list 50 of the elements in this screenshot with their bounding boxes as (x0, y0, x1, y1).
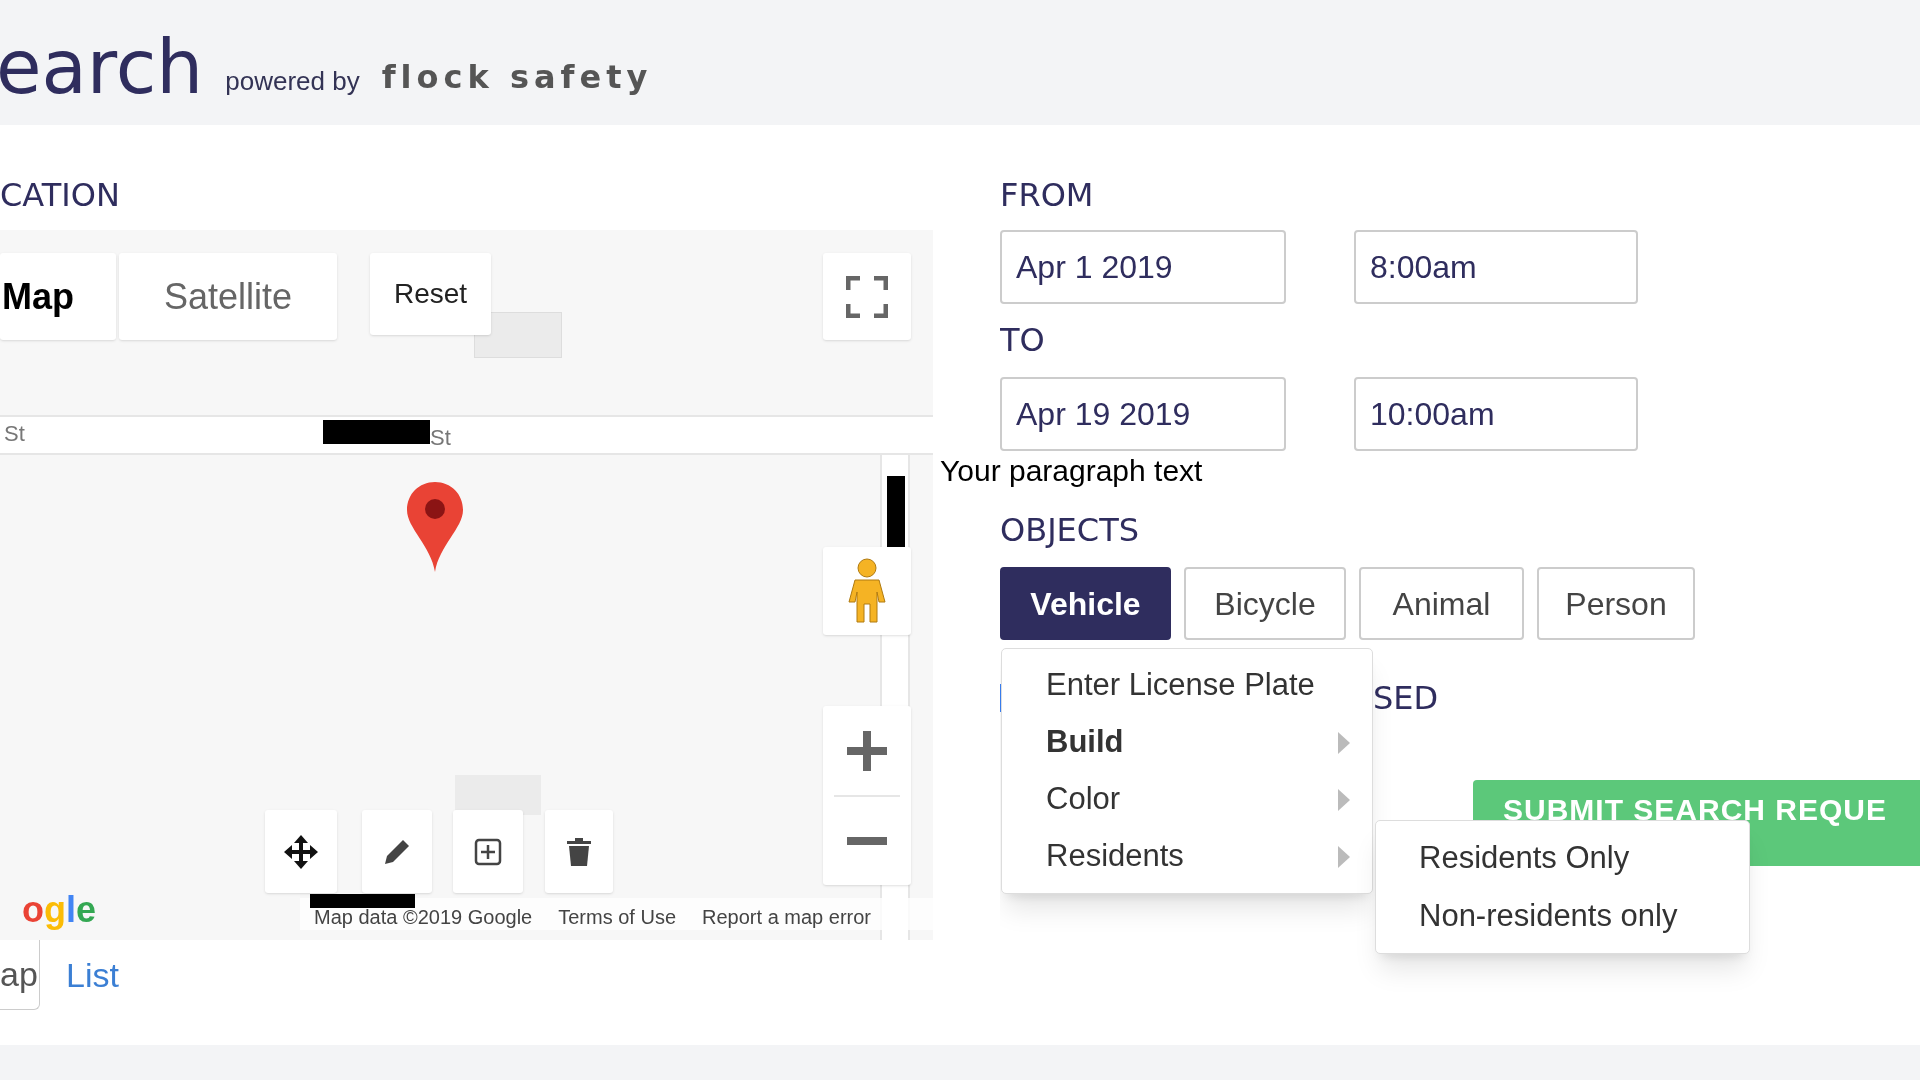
date-field[interactable]: Apr 19 2019 (1000, 377, 1286, 451)
section-heading: SED (1373, 678, 1439, 718)
map[interactable]: St St Map Satellite Reset ogle Map data ©2019 Google Terms of Use Report a map error (0, 230, 933, 940)
object-option-button[interactable]: Vehicle (1000, 567, 1171, 640)
square-plus-icon (474, 837, 502, 866)
section-heading: FROM (1000, 175, 1095, 215)
minus-icon (847, 837, 887, 845)
fullscreen-button[interactable] (823, 253, 911, 340)
section-heading: OBJECTS (1000, 510, 1140, 550)
pan-tool-button[interactable] (265, 810, 337, 893)
view-tab[interactable]: List (66, 940, 119, 1010)
delete-tool-button[interactable] (545, 810, 613, 893)
menu-item[interactable]: Color (1002, 771, 1372, 828)
powered-by-text: powered by (225, 65, 360, 98)
map-logo-text: ogle (22, 890, 97, 930)
overlay-text: Your paragraph text (940, 453, 1203, 489)
rectangle-tool-button[interactable] (453, 810, 523, 893)
section-heading: CATION (0, 175, 121, 215)
view-tab[interactable]: ap (0, 940, 40, 1010)
draw-tool-button[interactable] (362, 810, 432, 893)
trash-icon (567, 837, 591, 866)
move-arrows-icon (284, 834, 318, 869)
menu-item[interactable]: Residents (1002, 828, 1372, 885)
menu-item[interactable]: Enter License Plate (1002, 657, 1372, 714)
street-view-button[interactable] (823, 547, 911, 635)
street-label: St (430, 424, 451, 452)
brand-logo-text: flock safety (381, 57, 653, 98)
map-type-button[interactable]: Satellite (119, 253, 337, 340)
object-option-button[interactable]: Bicycle (1184, 567, 1346, 640)
map-type-button[interactable]: Map (0, 253, 116, 340)
plus-icon (847, 730, 887, 771)
menu-item[interactable]: Build (1002, 714, 1372, 771)
person-figure-icon (847, 558, 887, 624)
time-field[interactable]: 8:00am (1354, 230, 1638, 304)
report-error-link[interactable]: Report a map error (702, 902, 871, 932)
reset-button[interactable]: Reset (370, 253, 491, 335)
object-option-button[interactable]: Person (1537, 567, 1695, 640)
attribution-text: Map data ©2019 Google (314, 905, 533, 930)
street-label: St (4, 420, 25, 448)
terms-link[interactable]: Terms of Use (558, 902, 677, 932)
pencil-icon (383, 837, 411, 866)
date-field[interactable]: Apr 1 2019 (1000, 230, 1286, 304)
fullscreen-icon (846, 275, 888, 318)
section-heading: TO (1000, 320, 1046, 360)
object-option-button[interactable]: Animal (1359, 567, 1524, 640)
page-title: earch (0, 27, 204, 107)
time-field[interactable]: 10:00am (1354, 377, 1638, 451)
menu-item[interactable]: Non-residents only (1376, 887, 1749, 945)
menu-item[interactable]: Residents Only (1376, 829, 1749, 887)
location-pin-icon (407, 482, 463, 572)
